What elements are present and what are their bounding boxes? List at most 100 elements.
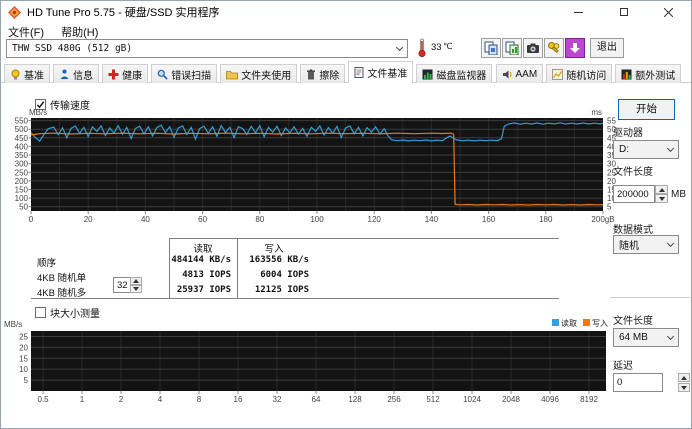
delay-label: 延迟 [613,361,633,372]
delay-stepper [678,373,690,392]
rnd-multi-write-value: 12125 IOPS [254,285,309,295]
spin-up-button[interactable] [655,185,668,194]
up-arrow-icon [133,279,139,283]
file-length-label: 文件长度 [613,167,653,178]
temperature-unit: ℃ [443,42,453,52]
tab-disk-monitor[interactable]: 磁盘监视器 [416,64,493,83]
screenshot-button[interactable] [523,38,543,58]
file-length2-combo[interactable]: 64 MB [613,328,679,347]
tab-extra-tests[interactable]: 额外测试 [615,64,682,83]
start-button[interactable]: 开始 [618,99,675,120]
tab-label: 基准 [24,70,44,82]
spin-up-button[interactable] [678,373,690,382]
queue-depth-stepper [130,277,142,293]
copy-image-button[interactable] [502,38,522,58]
tab-random-access[interactable]: 随机访问 [546,64,613,83]
health-icon [108,69,119,79]
tab-aam[interactable]: AAM [495,64,544,83]
x-axis-tick-label: 0 [29,215,34,224]
y-axis-tick-label: 50 [19,203,28,212]
x-axis-tick-label: 4 [158,395,163,404]
erase-icon [307,69,316,79]
y-axis-tick-label: 10 [19,365,28,374]
row-label-sequential: 顺序 [37,258,57,269]
tab-file-benchmark[interactable]: 文件基准 [348,61,414,83]
tab-label: 错误扫描 [171,70,212,82]
legend-read-label: 读取 [561,318,577,328]
spin-down-button[interactable] [655,194,668,203]
tabbar: 基准 信息 健康 错误扫描 文件夹使用 擦除 文件基准 磁盘监视器 AAM 随机… [1,61,691,83]
rnd-multi-read-value: 25937 IOPS [176,285,231,295]
tab-label: AAM [515,68,538,80]
block-size-chart: 0.5 1 2 4 8 16 32 64 128 256 512 1024 2048 4096 8192 5 1… [4,318,608,404]
delay-input[interactable]: 0 [613,373,663,392]
x-axis-tick-label: 2048 [502,395,520,404]
chevron-down-icon [395,43,404,52]
tab-label: 健康 [122,70,143,82]
axis-unit: MB/s [4,320,22,329]
chevron-down-icon [666,239,675,248]
info-icon [60,69,69,79]
camera-icon [527,43,539,53]
tab-error-scan[interactable]: 错误扫描 [151,64,218,83]
file-length-stepper [655,185,668,203]
file-benchmark-icon [354,67,364,78]
file-length2-value: 64 MB [619,332,648,343]
tab-info[interactable]: 信息 [53,64,100,83]
file-length-input[interactable]: 200000 [613,185,655,203]
close-button[interactable] [646,1,691,23]
y-axis-tick-label: 15 [19,354,28,363]
tab-folder-usage[interactable]: 文件夹使用 [220,64,298,83]
tab-label: 额外测试 [635,70,676,82]
file-length2-label: 文件长度 [613,316,653,327]
spin-down-button[interactable] [678,383,690,392]
tab-benchmark[interactable]: 基准 [4,64,50,83]
x-axis-tick-label: 200gB [591,215,614,224]
close-icon [664,7,673,17]
x-axis-tick-label: 4096 [541,395,559,404]
temperature-value: 33 [431,42,442,53]
spin-up-button[interactable] [130,277,142,285]
x-axis-tick-label: 8192 [580,395,598,404]
col-header-write: 写入 [264,244,284,255]
thermometer-icon [418,38,426,58]
maximize-button[interactable] [601,1,646,23]
copy-image-icon [505,41,519,55]
drive-select[interactable]: THW SSD 480G (512 gB) [6,39,408,58]
x-axis-tick-label: 512 [426,395,440,404]
tab-erase[interactable]: 擦除 [300,64,346,83]
col-header-read: 读取 [193,244,213,255]
legend-write-swatch [583,319,590,326]
file-length-value: 200000 [617,188,649,200]
drive-label: 驱动器 [613,128,643,139]
x-axis-tick-label: 0.5 [37,395,49,404]
copy-button[interactable] [481,38,501,58]
axis-unit-left: MB/s [29,108,47,117]
x-axis-tick-label: 80 [255,215,264,224]
aam-icon [502,70,512,78]
row-label-4k-multi: 4KB 随机多 [37,288,87,299]
plot-background [31,331,606,391]
tab-label: 随机访问 [566,70,607,82]
drive-select-value: THW SSD 480G (512 gB) [12,43,133,54]
drive-combo[interactable]: D: [613,140,679,159]
options-button[interactable] [544,38,564,58]
x-axis-tick-label: 60 [198,215,207,224]
minimize-button[interactable] [556,1,601,23]
x-axis-tick-label: 64 [312,395,321,404]
update-button[interactable] [565,38,585,58]
menubar: 文件(F) 帮助(H) [1,23,691,39]
up-arrow-icon [658,187,665,192]
extra-tests-icon [621,69,632,79]
data-mode-combo[interactable]: 随机 [613,235,679,254]
y-axis-tick-label: 5 [24,376,29,385]
exit-button[interactable]: 退出 [590,38,624,58]
options-keys-icon [548,42,560,54]
tab-label: 文件基准 [367,69,408,80]
random-access-icon [552,68,564,80]
x-axis-tick-label: 20 [84,215,93,224]
tab-health[interactable]: 健康 [102,64,149,83]
table-top-line [169,238,559,239]
queue-depth-input[interactable]: 32 [113,277,130,293]
spin-down-button[interactable] [130,285,142,293]
